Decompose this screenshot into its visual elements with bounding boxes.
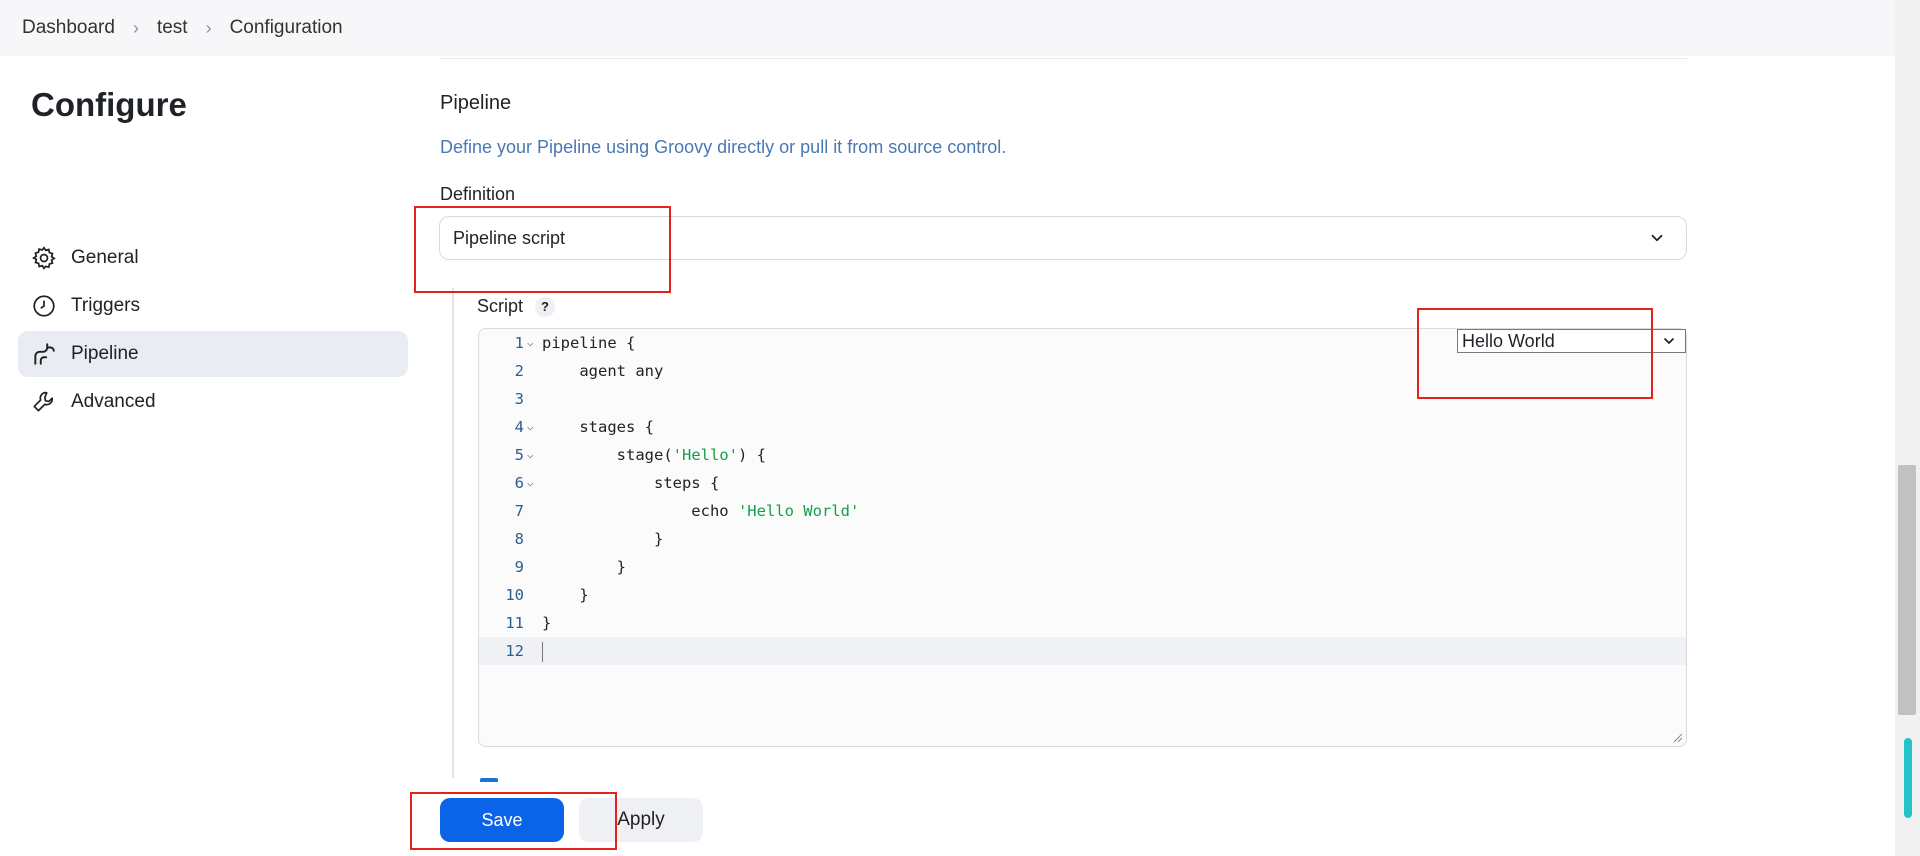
script-label: Script [477,296,524,316]
line-number: 11 [505,614,524,632]
code-line: 8 } [479,525,1686,553]
sidebar-item-label: Triggers [71,295,140,316]
code-line: 6 ⌵ steps { [479,469,1686,497]
scrollbar-thumb[interactable] [1898,465,1916,715]
fold-chevron-icon[interactable]: ⌵ [527,441,534,469]
page-title: Configure [31,86,187,123]
code-line-current: 12 [479,637,1686,665]
code-text: steps { [542,474,720,492]
code-text: pipeline { [542,334,636,352]
code-text: echo 'Hello World' [542,502,860,520]
fold-chevron-icon[interactable]: ⌵ [527,329,534,357]
breadcrumb-configuration[interactable]: Configuration [230,17,343,39]
apply-button[interactable]: Apply [579,798,703,842]
page-scrollbar[interactable] [1895,0,1920,856]
code-text: } [542,558,626,576]
clock-icon [33,295,55,317]
code-text: stages { [542,418,654,436]
scroll-indicator [1904,738,1912,818]
sidebar-item-general[interactable]: General [18,235,408,281]
code-text: agent any [542,362,664,380]
sidebar-item-pipeline[interactable]: Pipeline [18,331,408,377]
sidebar-item-triggers[interactable]: Triggers [18,283,408,329]
line-number: 7 [514,502,524,520]
sidebar: General Triggers Pipeline Advanced [18,235,408,427]
code-line: 10 } [479,581,1686,609]
sample-pipeline-select[interactable]: Hello World [1457,329,1686,353]
chevron-right-icon: › [205,17,212,38]
line-number: 5 [514,446,524,464]
chevron-down-icon [1651,234,1663,242]
sidebar-item-advanced[interactable]: Advanced [18,379,408,425]
nested-indent-line [452,288,454,778]
line-number: 12 [505,642,524,660]
code-text: } [542,614,552,632]
section-title: Pipeline [440,92,512,114]
save-button[interactable]: Save [440,798,564,842]
definition-label: Definition [440,184,516,204]
fold-chevron-icon[interactable]: ⌵ [527,413,534,441]
sidebar-item-label: General [71,247,139,268]
gear-icon [32,246,56,270]
code-line: 4 ⌵ stages { [479,413,1686,441]
breadcrumb-test[interactable]: test [157,17,188,39]
code-line: 5 ⌵ stage('Hello') { [479,441,1686,469]
breadcrumb-dashboard[interactable]: Dashboard [22,17,115,39]
script-editor[interactable]: 1 ⌵ pipeline { 2 agent any 3 4 ⌵ stages { … [478,328,1687,747]
code-line: 3 [479,385,1686,413]
sample-select-value: Hello World [1462,330,1555,351]
chevron-down-icon [1664,338,1674,344]
breadcrumb: Dashboard › test › Configuration [0,0,1895,56]
definition-select-value: Pipeline script [453,227,566,248]
code-line: 11 } [479,609,1686,637]
line-number: 8 [514,530,524,548]
fold-chevron-icon[interactable]: ⌵ [527,469,534,497]
line-number: 10 [505,586,524,604]
code-line: 2 agent any [479,357,1686,385]
sidebar-item-label: Pipeline [71,343,139,364]
line-number: 1 [514,334,524,352]
code-text: stage('Hello') { [542,446,766,464]
help-icon[interactable]: ? [535,296,556,317]
pipeline-icon [34,343,55,365]
code-text: } [542,586,589,604]
line-number: 2 [514,362,524,380]
line-number: 4 [514,418,524,436]
text-cursor [542,642,543,662]
wrench-icon [33,391,54,412]
section-description: Define your Pipeline using Groovy direct… [440,137,1007,157]
script-label-row: Script ? [477,296,556,317]
definition-select[interactable]: Pipeline script [439,216,1687,260]
code-line: 9 } [479,553,1686,581]
line-number: 9 [514,558,524,576]
line-number: 6 [514,474,524,492]
sidebar-item-label: Advanced [71,391,156,412]
chevron-right-icon: › [132,17,139,38]
line-number: 3 [514,390,524,408]
code-line: 7 echo 'Hello World' [479,497,1686,525]
resize-handle-icon[interactable] [1673,733,1683,743]
section-divider [440,58,1687,59]
code-text: } [542,530,664,548]
